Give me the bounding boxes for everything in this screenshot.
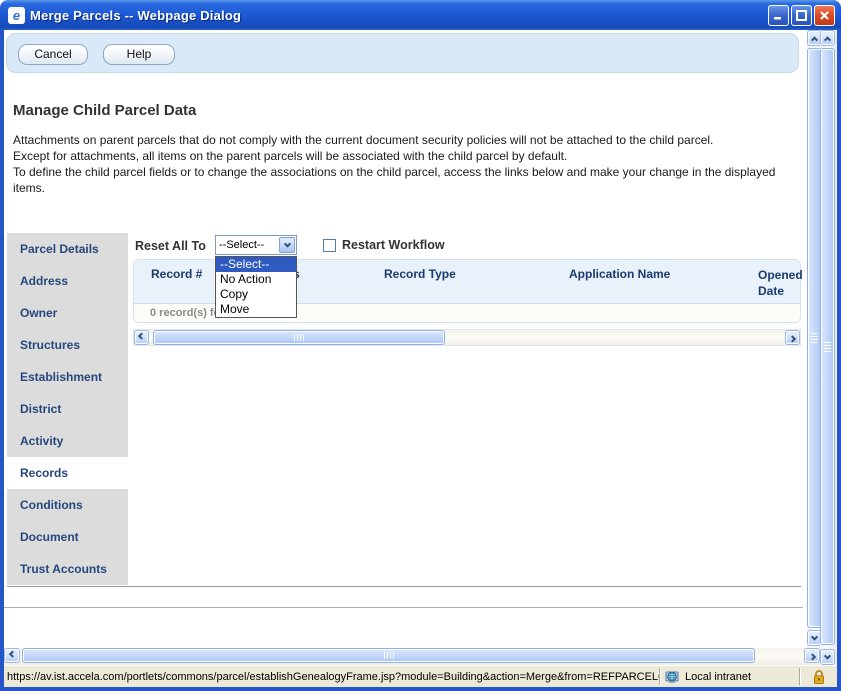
dialog-scrollbar-thumb[interactable] bbox=[820, 48, 835, 645]
dialog-scroll-left-button[interactable] bbox=[4, 648, 20, 663]
status-url-panel: https://av.ist.accela.com/portlets/commo… bbox=[4, 666, 659, 687]
dropdown-option-select[interactable]: --Select-- bbox=[216, 257, 296, 272]
reset-all-select[interactable]: --Select-- bbox=[215, 235, 297, 255]
minimize-icon bbox=[773, 10, 784, 21]
security-zone-panel: Local intranet bbox=[661, 666, 799, 687]
lock-icon bbox=[812, 669, 826, 685]
chevron-up-icon bbox=[824, 36, 831, 43]
scrollbar-grip bbox=[824, 342, 831, 352]
dialog-vertical-scrollbar[interactable] bbox=[820, 30, 837, 665]
chevron-left-icon bbox=[138, 333, 145, 340]
column-header-record-type[interactable]: Record Type bbox=[384, 267, 456, 281]
chevron-down-icon bbox=[811, 633, 818, 640]
page-title: Manage Child Parcel Data bbox=[13, 102, 196, 119]
sidebar-item-conditions[interactable]: Conditions bbox=[7, 489, 128, 521]
close-icon bbox=[819, 10, 830, 21]
footer-divider bbox=[4, 607, 803, 608]
scrollbar-grip bbox=[811, 333, 818, 343]
chevron-down-icon bbox=[283, 240, 290, 247]
dialog-scroll-up-button[interactable] bbox=[820, 30, 835, 46]
select-dropdown-button[interactable] bbox=[279, 237, 295, 253]
sidebar-item-trust-accounts[interactable]: Trust Accounts bbox=[7, 553, 128, 585]
column-header-application-name[interactable]: Application Name bbox=[569, 267, 670, 281]
sidebar-item-owner[interactable]: Owner bbox=[7, 297, 128, 329]
maximize-button[interactable] bbox=[791, 5, 812, 26]
table-scroll-right-button[interactable] bbox=[785, 330, 800, 345]
scrollbar-grip bbox=[384, 652, 394, 659]
help-button[interactable]: Help bbox=[103, 44, 175, 65]
column-header-record-number[interactable]: Record # bbox=[151, 267, 202, 281]
page-description: Attachments on parent parcels that do no… bbox=[13, 132, 803, 196]
page-content: Cancel Help Manage Child Parcel Data Att… bbox=[4, 30, 803, 648]
description-line: Attachments on parent parcels that do no… bbox=[13, 132, 803, 148]
reset-all-select-value: --Select-- bbox=[216, 239, 279, 251]
table-scroll-left-button[interactable] bbox=[134, 330, 149, 345]
webpage-dialog: e Merge Parcels -- Webpage Dialog Cancel… bbox=[0, 0, 841, 691]
title-bar[interactable]: e Merge Parcels -- Webpage Dialog bbox=[0, 0, 841, 30]
table-scrollbar-thumb[interactable] bbox=[153, 330, 445, 345]
content-divider bbox=[7, 586, 801, 587]
reset-all-to-label: Reset All To bbox=[135, 239, 206, 253]
dialog-scroll-right-button[interactable] bbox=[804, 648, 820, 663]
sidebar-item-address[interactable]: Address bbox=[7, 265, 128, 297]
security-lock-panel bbox=[801, 666, 837, 687]
description-line: Except for attachments, all items on the… bbox=[13, 148, 803, 164]
sidebar-nav: Parcel Details Address Owner Structures … bbox=[7, 233, 128, 585]
cancel-button[interactable]: Cancel bbox=[18, 44, 88, 65]
minimize-button[interactable] bbox=[768, 5, 789, 26]
local-intranet-icon bbox=[665, 670, 681, 684]
close-button[interactable] bbox=[814, 5, 835, 26]
scrollbar-grip bbox=[294, 334, 304, 341]
security-zone-label: Local intranet bbox=[685, 671, 751, 683]
sidebar-item-document[interactable]: Document bbox=[7, 521, 128, 553]
column-header-opened-date[interactable]: Opened Date bbox=[758, 267, 803, 299]
window-title: Merge Parcels -- Webpage Dialog bbox=[30, 8, 241, 23]
dialog-scrollbar-thumb[interactable] bbox=[22, 648, 755, 663]
reset-select-dropdown-list: --Select-- No Action Copy Move bbox=[215, 256, 297, 318]
chevron-left-icon bbox=[8, 651, 15, 658]
table-horizontal-scrollbar[interactable] bbox=[133, 329, 801, 346]
status-url-text: https://av.ist.accela.com/portlets/commo… bbox=[7, 671, 659, 683]
restart-workflow-checkbox[interactable] bbox=[323, 239, 336, 252]
restart-workflow-label: Restart Workflow bbox=[342, 238, 445, 252]
dialog-horizontal-scrollbar[interactable] bbox=[4, 648, 820, 665]
sidebar-item-establishment[interactable]: Establishment bbox=[7, 361, 128, 393]
dropdown-option-no-action[interactable]: No Action bbox=[216, 272, 296, 287]
sidebar-item-activity[interactable]: Activity bbox=[7, 425, 128, 457]
description-line: To define the child parcel fields or to … bbox=[13, 164, 803, 196]
chevron-right-icon bbox=[808, 653, 815, 660]
chevron-right-icon bbox=[789, 335, 796, 342]
toolbar: Cancel Help bbox=[6, 33, 799, 73]
maximize-icon bbox=[796, 10, 807, 21]
sidebar-item-district[interactable]: District bbox=[7, 393, 128, 425]
dialog-body: Cancel Help Manage Child Parcel Data Att… bbox=[4, 30, 837, 665]
dialog-scroll-down-button[interactable] bbox=[820, 649, 835, 665]
sidebar-item-structures[interactable]: Structures bbox=[7, 329, 128, 361]
dropdown-option-copy[interactable]: Copy bbox=[216, 287, 296, 302]
dropdown-option-move[interactable]: Move bbox=[216, 302, 296, 317]
chevron-up-icon bbox=[811, 36, 818, 43]
ie-app-icon: e bbox=[8, 7, 25, 24]
sidebar-item-parcel-details[interactable]: Parcel Details bbox=[7, 233, 128, 265]
chevron-down-icon bbox=[824, 652, 831, 659]
status-bar: https://av.ist.accela.com/portlets/commo… bbox=[4, 665, 837, 687]
sidebar-item-records[interactable]: Records bbox=[7, 457, 128, 489]
